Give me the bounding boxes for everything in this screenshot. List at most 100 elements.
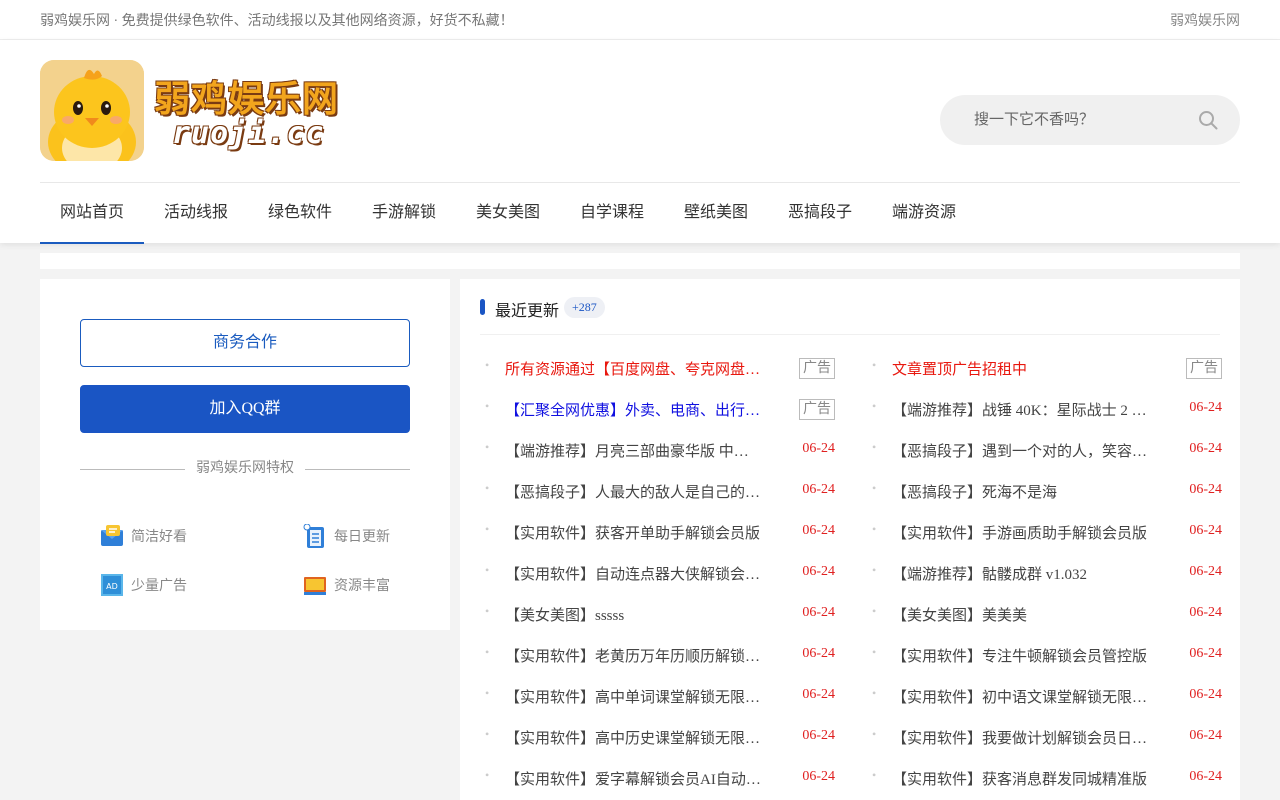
- post-item[interactable]: • 【实用软件】老黄历万年历顺历解锁会员 06-24: [480, 636, 835, 677]
- bullet-icon: •: [485, 604, 490, 618]
- top-bar: 弱鸡娱乐网 · 免费提供绿色软件、活动线报以及其他网络资源，好货不私藏！ 弱鸡娱…: [0, 0, 1280, 40]
- post-date: 06-24: [1189, 687, 1222, 702]
- bullet-icon: •: [485, 481, 490, 495]
- post-title[interactable]: 【恶搞段子】遇到一个对的人，笑容都变多了: [892, 440, 1150, 461]
- top-right-link[interactable]: 弱鸡娱乐网: [1170, 10, 1240, 30]
- divider-line-right: [305, 469, 410, 470]
- bullet-icon: •: [485, 440, 490, 454]
- nav-item-photos[interactable]: 美女美图: [476, 183, 540, 244]
- post-item[interactable]: • 【实用软件】高中历史课堂解锁无限制版 06-24: [480, 718, 835, 759]
- post-item[interactable]: • 【端游推荐】月亮三部曲豪华版 中文版 06-24: [480, 431, 835, 472]
- post-title[interactable]: 【端游推荐】战锤 40K：星际战士 2 中文版: [892, 399, 1150, 420]
- bullet-icon: •: [872, 440, 877, 454]
- post-title[interactable]: 【汇聚全网优惠】外卖、电商、出行、购物: [505, 399, 763, 420]
- post-item[interactable]: • 【美女美图】sssss 06-24: [480, 595, 835, 636]
- site-notice: 弱鸡娱乐网 · 免费提供绿色软件、活动线报以及其他网络资源，好货不私藏！: [40, 14, 514, 29]
- post-title[interactable]: 【实用软件】手游画质助手解锁会员版: [892, 522, 1150, 543]
- post-title[interactable]: 【实用软件】专注牛顿解锁会员管控版: [892, 645, 1150, 666]
- recent-updates-header: 最近更新 +287: [480, 279, 1220, 335]
- post-item[interactable]: • 【端游推荐】骷髅成群 v1.032 06-24: [867, 554, 1222, 595]
- post-date: 06-24: [1189, 482, 1222, 497]
- post-title[interactable]: 【实用软件】高中历史课堂解锁无限制版: [505, 727, 763, 748]
- post-item[interactable]: • 【汇聚全网优惠】外卖、电商、出行、购物 广告: [480, 390, 835, 431]
- nav-item-deals[interactable]: 活动线报: [164, 183, 228, 244]
- nav-item-home[interactable]: 网站首页: [40, 183, 144, 244]
- post-item[interactable]: • 【恶搞段子】人最大的敌人是自己的懒惰 06-24: [480, 472, 835, 513]
- post-title[interactable]: 【实用软件】老黄历万年历顺历解锁会员: [505, 645, 763, 666]
- post-item[interactable]: • 【实用软件】手游画质助手解锁会员版 06-24: [867, 513, 1222, 554]
- post-title[interactable]: 【端游推荐】骷髅成群 v1.032: [892, 563, 1150, 584]
- post-item[interactable]: • 所有资源通过【百度网盘、夸克网盘】分享 广告: [480, 349, 835, 390]
- recent-updates-panel: 最近更新 +287 • 所有资源通过【百度网盘、夸克网盘】分享 广告 • 【汇聚全网优惠…: [460, 279, 1240, 800]
- post-title[interactable]: 【美女美图】美美美: [892, 604, 1150, 625]
- bullet-icon: •: [485, 563, 490, 577]
- search-box: [940, 95, 1240, 145]
- feature-label: 简洁好看: [131, 530, 187, 545]
- post-title[interactable]: 【端游推荐】月亮三部曲豪华版 中文版: [505, 440, 763, 461]
- clipboard-icon: [303, 523, 327, 548]
- ad-strip: [40, 253, 1240, 269]
- post-title[interactable]: 所有资源通过【百度网盘、夸克网盘】分享: [505, 358, 763, 379]
- nav-item-jokes[interactable]: 恶搞段子: [788, 183, 852, 244]
- feature-label: 每日更新: [334, 530, 390, 545]
- post-title[interactable]: 【美女美图】sssss: [505, 604, 763, 625]
- site-logo[interactable]: 弱鸡娱乐网 ruoji.cc: [40, 60, 340, 162]
- nav-item-software[interactable]: 绿色软件: [268, 183, 332, 244]
- post-item[interactable]: • 【端游推荐】战锤 40K：星际战士 2 中文版 06-24: [867, 390, 1222, 431]
- site-header: 弱鸡娱乐网 ruoji.cc 网站首页 活动线报 绿色软件 手游解锁 美女美图 …: [0, 40, 1280, 244]
- chick-logo-icon: [40, 60, 144, 161]
- post-date: 06-24: [802, 441, 835, 456]
- post-item[interactable]: • 【实用软件】高中单词课堂解锁无限制版 06-24: [480, 677, 835, 718]
- post-item[interactable]: • 【美女美图】美美美 06-24: [867, 595, 1222, 636]
- feature-label: 少量广告: [131, 579, 187, 594]
- post-item[interactable]: • 【实用软件】自动连点器大侠解锁会员版 06-24: [480, 554, 835, 595]
- post-title[interactable]: 【实用软件】我要做计划解锁会员日程版: [892, 727, 1150, 748]
- title-accent-bar: [480, 299, 485, 315]
- join-qq-group-button[interactable]: 加入QQ群: [80, 385, 410, 433]
- post-item[interactable]: • 【实用软件】爱字幕解锁会员AI自动字幕 06-24: [480, 759, 835, 800]
- post-item[interactable]: • 【实用软件】获客开单助手解锁会员版 06-24: [480, 513, 835, 554]
- post-item[interactable]: • 【实用软件】专注牛顿解锁会员管控版 06-24: [867, 636, 1222, 677]
- post-title[interactable]: 【实用软件】获客消息群发同城精准版: [892, 768, 1150, 789]
- privilege-divider: 弱鸡娱乐网特权: [80, 459, 410, 479]
- post-date: 06-24: [802, 646, 835, 661]
- ad-tag: 广告: [799, 358, 835, 379]
- nav-item-wallpapers[interactable]: 壁纸美图: [684, 183, 748, 244]
- post-item[interactable]: • 【恶搞段子】死海不是海 06-24: [867, 472, 1222, 513]
- post-title[interactable]: 【恶搞段子】死海不是海: [892, 481, 1150, 502]
- post-item[interactable]: • 【实用软件】获客消息群发同城精准版 06-24: [867, 759, 1222, 800]
- bullet-icon: •: [485, 727, 490, 741]
- ad-icon: AD: [100, 573, 124, 597]
- post-title[interactable]: 【恶搞段子】人最大的敌人是自己的懒惰: [505, 481, 763, 502]
- post-date: 06-24: [802, 769, 835, 784]
- svg-text:AD: AD: [106, 582, 118, 591]
- post-item[interactable]: • 【实用软件】初中语文课堂解锁无限制版 06-24: [867, 677, 1222, 718]
- bullet-icon: •: [872, 481, 877, 495]
- post-item[interactable]: • 【实用软件】我要做计划解锁会员日程版 06-24: [867, 718, 1222, 759]
- update-count-badge: +287: [564, 297, 605, 318]
- bullet-icon: •: [872, 399, 877, 413]
- post-date: 06-24: [802, 687, 835, 702]
- post-title[interactable]: 【实用软件】高中单词课堂解锁无限制版: [505, 686, 763, 707]
- nav-item-mobile-games[interactable]: 手游解锁: [372, 183, 436, 244]
- search-input[interactable]: [974, 109, 1174, 131]
- post-item[interactable]: • 【恶搞段子】遇到一个对的人，笑容都变多了 06-24: [867, 431, 1222, 472]
- nav-item-courses[interactable]: 自学课程: [580, 183, 644, 244]
- search-icon[interactable]: [1198, 110, 1218, 130]
- logo-title: 弱鸡娱乐网: [154, 79, 340, 120]
- bullet-icon: •: [872, 358, 877, 372]
- ad-tag: 广告: [1186, 358, 1222, 379]
- post-item[interactable]: • 文章置顶广告招租中 广告: [867, 349, 1222, 390]
- post-title[interactable]: 【实用软件】获客开单助手解锁会员版: [505, 522, 763, 543]
- post-date: 06-24: [802, 605, 835, 620]
- nav-item-pc-games[interactable]: 端游资源: [892, 183, 956, 244]
- bullet-icon: •: [485, 686, 490, 700]
- business-cooperation-button[interactable]: 商务合作: [80, 319, 410, 367]
- post-title[interactable]: 【实用软件】自动连点器大侠解锁会员版: [505, 563, 763, 584]
- post-date: 06-24: [802, 728, 835, 743]
- bullet-icon: •: [872, 645, 877, 659]
- post-title[interactable]: 【实用软件】初中语文课堂解锁无限制版: [892, 686, 1150, 707]
- post-title[interactable]: 【实用软件】爱字幕解锁会员AI自动字幕: [505, 768, 763, 789]
- post-title[interactable]: 文章置顶广告招租中: [892, 358, 1150, 379]
- post-date: 06-24: [802, 564, 835, 579]
